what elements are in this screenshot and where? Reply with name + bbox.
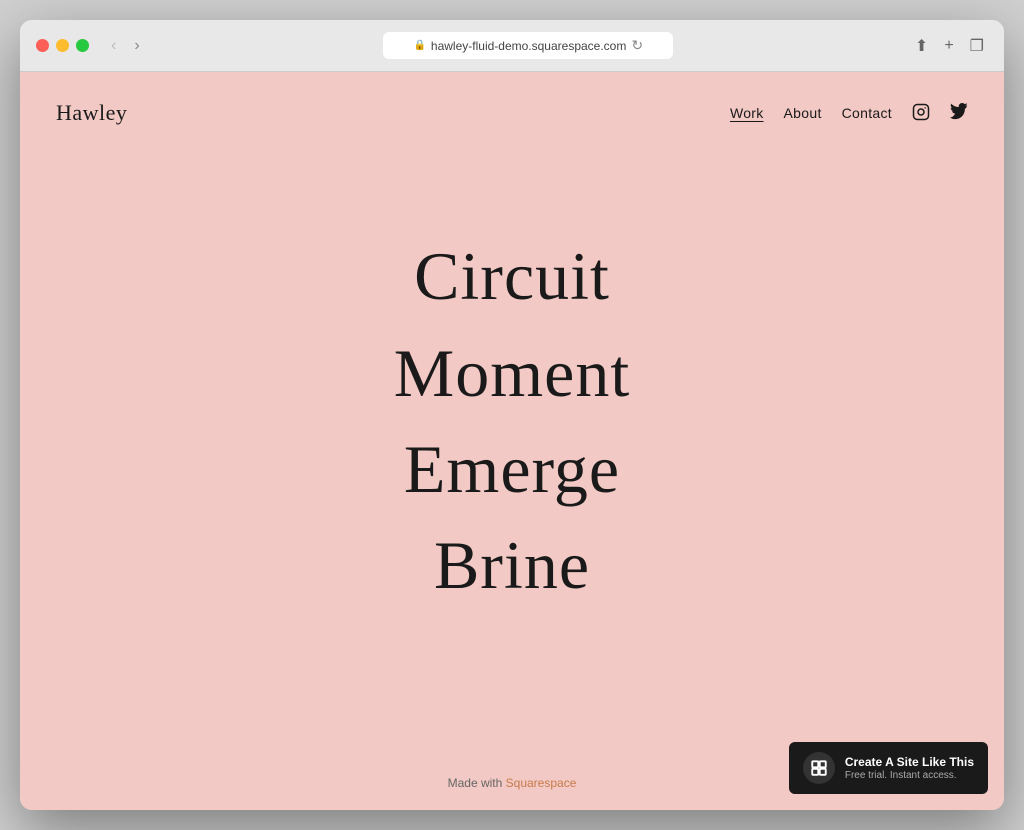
lock-icon: 🔒 <box>413 40 425 51</box>
squarespace-cta-icon <box>803 752 835 784</box>
nav-contact[interactable]: Contact <box>842 105 892 121</box>
project-moment[interactable]: Moment <box>394 329 630 417</box>
instagram-icon[interactable] <box>912 103 930 124</box>
project-emerge[interactable]: Emerge <box>404 425 620 513</box>
maximize-button[interactable] <box>76 39 89 52</box>
site-main: Circuit Moment Emerge Brine <box>20 146 1004 756</box>
browser-chrome: ‹ › 🔒 hawley-fluid-demo.squarespace.com … <box>20 20 1004 72</box>
reload-button[interactable]: ↻ <box>631 37 643 54</box>
back-button[interactable]: ‹ <box>105 36 122 56</box>
site-nav: Work About Contact <box>730 103 968 124</box>
browser-controls: ‹ › <box>105 36 146 56</box>
squarespace-link[interactable]: Squarespace <box>506 776 577 790</box>
project-list: Circuit Moment Emerge Brine <box>394 232 630 610</box>
cta-main-text: Create A Site Like This <box>845 755 974 771</box>
cta-banner[interactable]: Create A Site Like This Free trial. Inst… <box>789 742 988 794</box>
new-tab-button[interactable]: + <box>940 35 957 57</box>
cta-text-container: Create A Site Like This Free trial. Inst… <box>845 755 974 782</box>
duplicate-button[interactable]: ❐ <box>966 34 988 58</box>
nav-about[interactable]: About <box>784 105 822 121</box>
website-content: Hawley Work About Contact <box>20 72 1004 810</box>
close-button[interactable] <box>36 39 49 52</box>
site-logo[interactable]: Hawley <box>56 100 127 126</box>
address-bar[interactable]: 🔒 hawley-fluid-demo.squarespace.com ↻ <box>158 32 899 59</box>
url-text: hawley-fluid-demo.squarespace.com <box>431 39 626 53</box>
share-button[interactable]: ⬆ <box>911 34 932 58</box>
traffic-lights <box>36 39 89 52</box>
footer-text: Made with <box>448 776 506 790</box>
cta-sub-text: Free trial. Instant access. <box>845 770 974 781</box>
site-header: Hawley Work About Contact <box>20 72 1004 146</box>
minimize-button[interactable] <box>56 39 69 52</box>
twitter-icon[interactable] <box>950 103 968 124</box>
project-brine[interactable]: Brine <box>434 521 590 609</box>
browser-window: ‹ › 🔒 hawley-fluid-demo.squarespace.com … <box>20 20 1004 810</box>
browser-actions: ⬆ + ❐ <box>911 34 988 58</box>
nav-work[interactable]: Work <box>730 105 764 121</box>
project-circuit[interactable]: Circuit <box>414 232 610 320</box>
forward-button[interactable]: › <box>128 36 145 56</box>
